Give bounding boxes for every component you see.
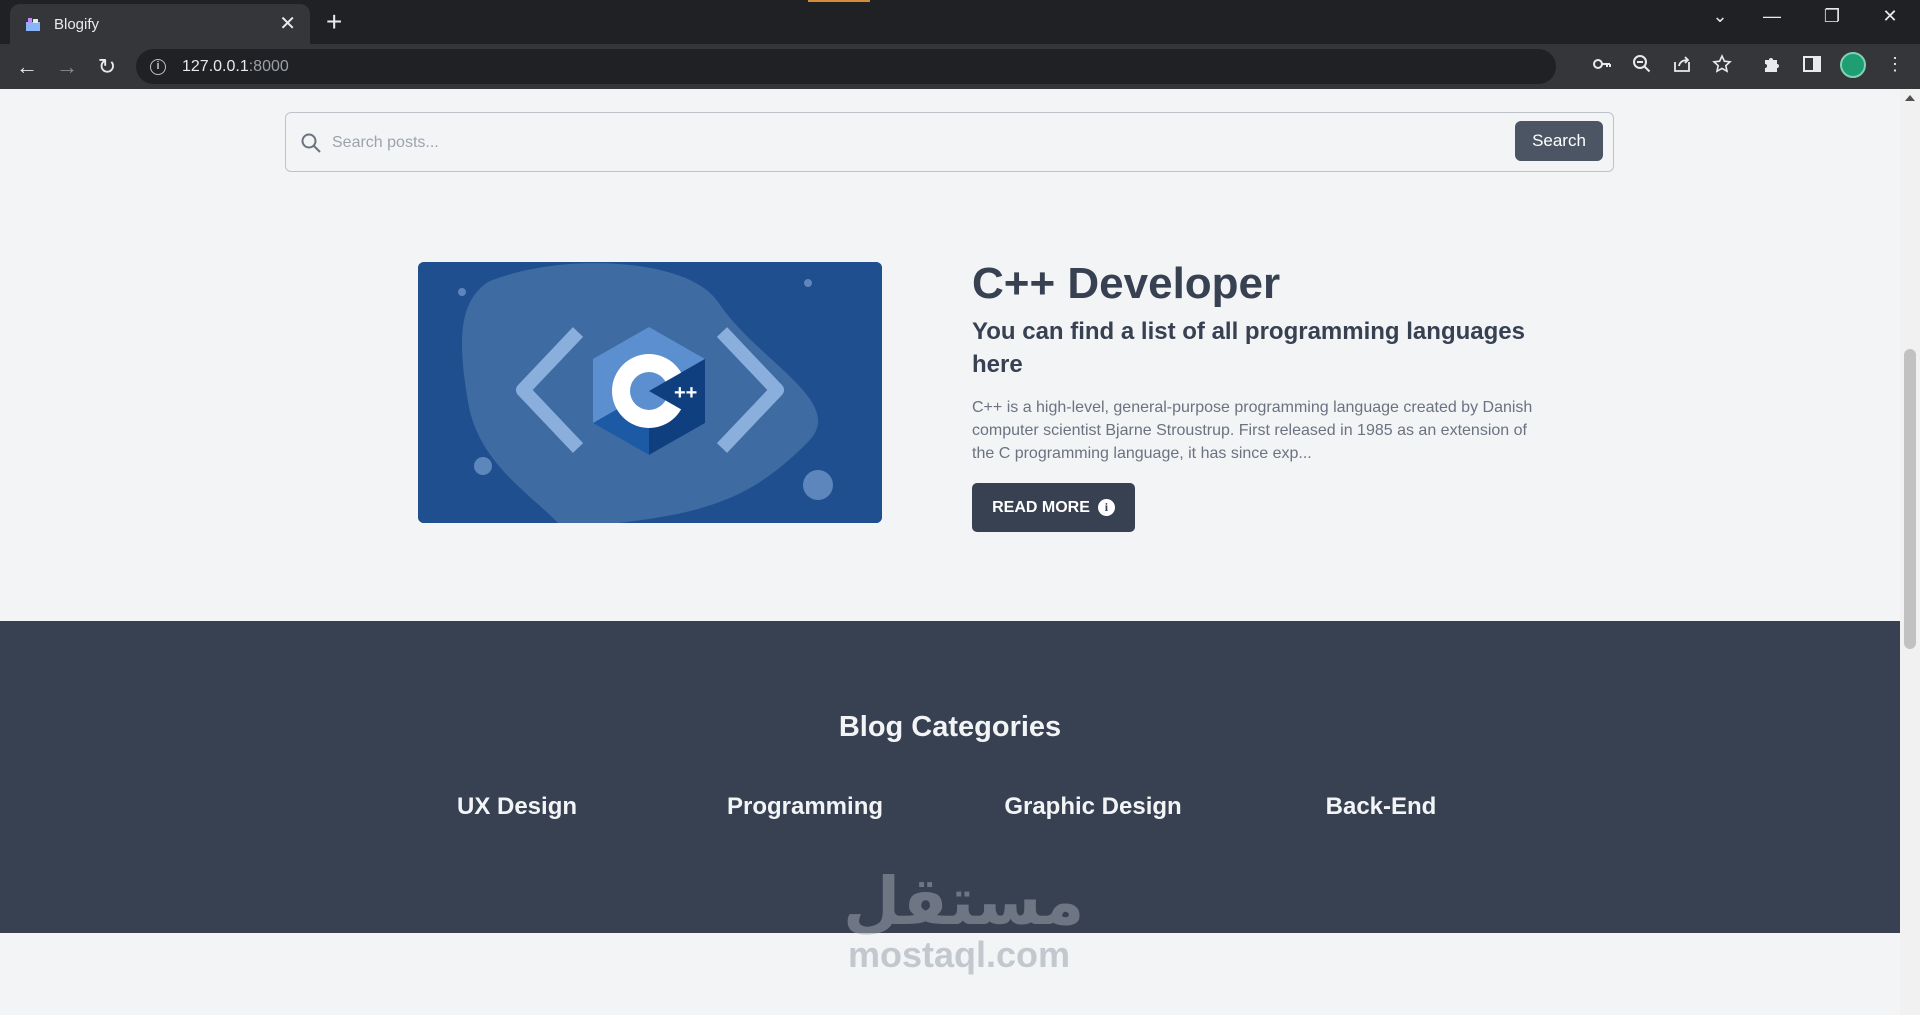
reload-icon[interactable]: ↻ (93, 53, 121, 81)
post-subtitle: You can find a list of all programming l… (972, 318, 1525, 378)
site-info-icon[interactable]: i (150, 58, 166, 75)
key-icon[interactable] (1590, 54, 1614, 79)
page-scrollbar[interactable] (1900, 89, 1920, 1015)
info-icon: i (1097, 499, 1115, 516)
post-title[interactable]: C++ Developer (972, 259, 1280, 309)
watermark-arabic: مستقل (843, 863, 1085, 940)
minimize-button[interactable]: — (1752, 6, 1792, 27)
cpp-logo-plus: ++ (674, 382, 697, 404)
search-button[interactable]: Search (1515, 121, 1603, 161)
profile-avatar[interactable] (1840, 52, 1866, 78)
address-bar[interactable]: i 127.0.0.1:8000 (136, 49, 1556, 84)
scrollbar-thumb[interactable] (1904, 349, 1916, 649)
browser-tab[interactable]: Blogify ✕ (10, 4, 310, 44)
back-arrow-icon[interactable]: ← (13, 53, 41, 81)
share-icon[interactable] (1670, 54, 1694, 79)
read-more-button[interactable]: READ MORE i (972, 483, 1135, 532)
search-input[interactable] (332, 125, 1532, 161)
zoom-icon[interactable] (1630, 54, 1654, 79)
category-link-programming[interactable]: Programming (685, 793, 925, 821)
search-icon (301, 133, 321, 153)
category-link-ux-design[interactable]: UX Design (397, 793, 637, 821)
close-tab-icon[interactable]: ✕ (279, 14, 296, 34)
blogify-favicon-icon (26, 18, 40, 31)
cpp-logo-illustration: ++ (418, 262, 882, 523)
tab-title: Blogify (54, 15, 100, 33)
restore-button[interactable]: ❐ (1812, 6, 1852, 27)
browser-tab-bar: Blogify ✕ + ⌄ — ❐ ✕ (0, 0, 1920, 44)
post-thumbnail[interactable]: ++ (418, 262, 882, 523)
scroll-up-arrow-icon[interactable] (1905, 95, 1915, 101)
categories-heading: Blog Categories (838, 711, 1062, 743)
read-more-label: READ MORE (992, 498, 1090, 516)
tab-search-icon[interactable]: ⌄ (1700, 6, 1740, 27)
watermark-latin: mostaql.com (847, 934, 1071, 975)
close-window-button[interactable]: ✕ (1870, 6, 1910, 27)
url-host: 127.0.0.1 (182, 57, 249, 75)
post-excerpt: C++ is a high-level, general-purpose pro… (972, 399, 1533, 462)
url-port: :8000 (248, 57, 289, 75)
tab-accent-line (808, 0, 870, 2)
side-panel-icon[interactable] (1800, 54, 1824, 79)
new-tab-button[interactable]: + (326, 8, 342, 36)
category-link-graphic-design[interactable]: Graphic Design (973, 793, 1213, 821)
search-bar: Search (285, 112, 1614, 172)
forward-arrow-icon[interactable]: → (53, 53, 81, 81)
page-viewport: Search ++ C++ Developer You can find a l… (0, 89, 1900, 1015)
mostaql-watermark: مستقل mostaql.com (843, 863, 1085, 975)
browser-menu-icon[interactable]: ⋮ (1883, 54, 1907, 75)
bookmark-star-icon[interactable] (1710, 54, 1734, 79)
category-link-back-end[interactable]: Back-End (1261, 793, 1501, 821)
extensions-puzzle-icon[interactable] (1760, 54, 1784, 79)
url-text: 127.0.0.1:8000 (182, 58, 289, 76)
